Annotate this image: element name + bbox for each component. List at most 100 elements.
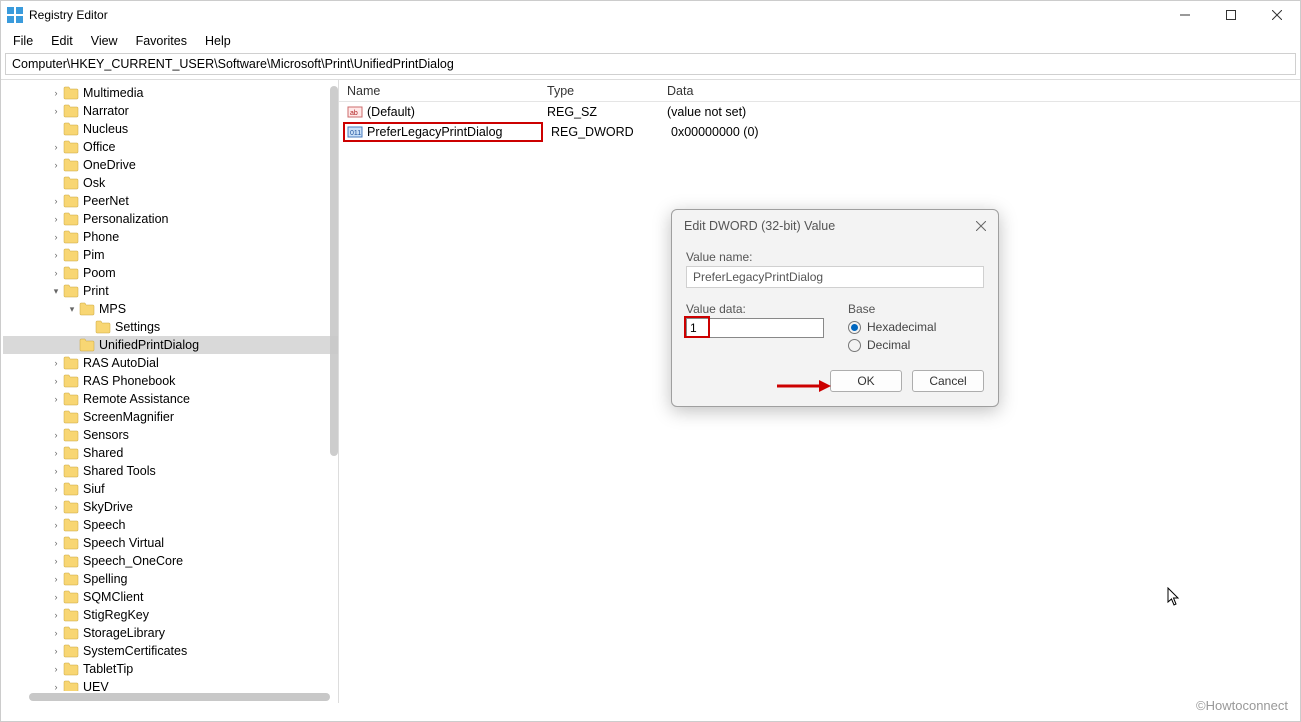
tree-item-label: Speech_OneCore	[83, 554, 183, 568]
menu-file[interactable]: File	[5, 32, 41, 50]
minimize-button[interactable]	[1162, 1, 1208, 29]
tree-item[interactable]: › Remote Assistance	[3, 390, 338, 408]
tree-item[interactable]: ScreenMagnifier	[3, 408, 338, 426]
folder-icon	[95, 320, 111, 334]
chevron-down-icon[interactable]: ▾	[65, 304, 79, 315]
tree-item[interactable]: Nucleus	[3, 120, 338, 138]
tree-item[interactable]: Settings	[3, 318, 338, 336]
chevron-right-icon[interactable]: ›	[49, 250, 63, 260]
value-name-field: PreferLegacyPrintDialog	[686, 266, 984, 288]
tree-item-label: Narrator	[83, 104, 129, 118]
tree-item[interactable]: Osk	[3, 174, 338, 192]
chevron-right-icon[interactable]: ›	[49, 268, 63, 278]
tree-item[interactable]: ›Siuf	[3, 480, 338, 498]
chevron-right-icon[interactable]: ›	[49, 466, 63, 476]
tree-scroll[interactable]: ›Multimedia › Narrator Nucleus›Office›OneDr…	[1, 80, 338, 691]
maximize-button[interactable]	[1208, 1, 1254, 29]
header-data[interactable]: Data	[659, 84, 1300, 98]
chevron-down-icon[interactable]: ▾	[49, 286, 63, 297]
tree-item[interactable]: ›TabletTip	[3, 660, 338, 678]
tree-item[interactable]: ›OneDrive	[3, 156, 338, 174]
chevron-right-icon[interactable]: ›	[49, 358, 63, 368]
chevron-right-icon[interactable]: ›	[49, 106, 63, 116]
tree-item[interactable]: ›Multimedia	[3, 84, 338, 102]
close-button[interactable]	[1254, 1, 1300, 29]
ok-button[interactable]: OK	[830, 370, 902, 392]
cancel-button[interactable]: Cancel	[912, 370, 984, 392]
dialog-close-button[interactable]	[976, 218, 986, 234]
tree-item[interactable]: ›Speech	[3, 516, 338, 534]
tree-item-label: Remote Assistance	[83, 392, 190, 406]
tree-item[interactable]: ▾ MPS	[3, 300, 338, 318]
tree-item[interactable]: ›Phone	[3, 228, 338, 246]
tree-item[interactable]: › Speech_OneCore	[3, 552, 338, 570]
tree-item[interactable]: ›Shared	[3, 444, 338, 462]
chevron-right-icon[interactable]: ›	[49, 646, 63, 656]
radio-decimal[interactable]: Decimal	[848, 338, 936, 352]
tree-item[interactable]: ›Spelling	[3, 570, 338, 588]
chevron-right-icon[interactable]: ›	[49, 196, 63, 206]
tree-item-label: MPS	[99, 302, 126, 316]
value-row[interactable]: ab(Default)REG_SZ(value not set)	[339, 102, 1300, 122]
tree-item[interactable]: ›UEV	[3, 678, 338, 691]
chevron-right-icon[interactable]: ›	[49, 142, 63, 152]
address-bar[interactable]: Computer\HKEY_CURRENT_USER\Software\Micr…	[5, 53, 1296, 75]
header-type[interactable]: Type	[539, 84, 659, 98]
chevron-right-icon[interactable]: ›	[49, 592, 63, 602]
tree-item[interactable]: ›SkyDrive	[3, 498, 338, 516]
chevron-right-icon[interactable]: ›	[49, 484, 63, 494]
radio-hexadecimal[interactable]: Hexadecimal	[848, 320, 936, 334]
values-header: Name Type Data	[339, 80, 1300, 102]
tree-item[interactable]: ›Personalization	[3, 210, 338, 228]
menu-help[interactable]: Help	[197, 32, 239, 50]
chevron-right-icon[interactable]: ›	[49, 376, 63, 386]
value-row[interactable]: 011PreferLegacyPrintDialogREG_DWORD0x000…	[339, 122, 1300, 142]
menu-edit[interactable]: Edit	[43, 32, 81, 50]
chevron-right-icon[interactable]: ›	[49, 430, 63, 440]
tree-item[interactable]: ›RAS Phonebook	[3, 372, 338, 390]
vertical-scrollbar[interactable]	[330, 86, 338, 456]
window-titlebar: Registry Editor	[1, 1, 1300, 29]
chevron-right-icon[interactable]: ›	[49, 556, 63, 566]
chevron-right-icon[interactable]: ›	[49, 520, 63, 530]
menu-favorites[interactable]: Favorites	[128, 32, 195, 50]
chevron-right-icon[interactable]: ›	[49, 394, 63, 404]
chevron-right-icon[interactable]: ›	[49, 214, 63, 224]
chevron-right-icon[interactable]: ›	[49, 682, 63, 691]
tree-item[interactable]: ›Shared Tools	[3, 462, 338, 480]
chevron-right-icon[interactable]: ›	[49, 574, 63, 584]
tree-item[interactable]: ›Speech Virtual	[3, 534, 338, 552]
tree-item[interactable]: UnifiedPrintDialog	[3, 336, 338, 354]
chevron-right-icon[interactable]: ›	[49, 610, 63, 620]
header-name[interactable]: Name	[339, 84, 539, 98]
tree-item[interactable]: ›PeerNet	[3, 192, 338, 210]
tree-item[interactable]: ›Poom	[3, 264, 338, 282]
folder-icon	[63, 446, 79, 460]
folder-icon	[63, 392, 79, 406]
chevron-right-icon[interactable]: ›	[49, 232, 63, 242]
menu-view[interactable]: View	[83, 32, 126, 50]
tree-item[interactable]: ▾Print	[3, 282, 338, 300]
tree-item[interactable]: ›Pim	[3, 246, 338, 264]
tree-item[interactable]: ›StorageLibrary	[3, 624, 338, 642]
tree-item[interactable]: ›SQMClient	[3, 588, 338, 606]
horizontal-scrollbar[interactable]	[29, 693, 330, 701]
value-data-input[interactable]	[686, 318, 824, 338]
value-name: (Default)	[367, 105, 415, 119]
tree-item[interactable]: ›Office	[3, 138, 338, 156]
chevron-right-icon[interactable]: ›	[49, 664, 63, 674]
radio-icon	[848, 321, 861, 334]
chevron-right-icon[interactable]: ›	[49, 160, 63, 170]
chevron-right-icon[interactable]: ›	[49, 502, 63, 512]
chevron-right-icon[interactable]: ›	[49, 448, 63, 458]
chevron-right-icon[interactable]: ›	[49, 88, 63, 98]
chevron-right-icon[interactable]: ›	[49, 538, 63, 548]
tree-item[interactable]: › Narrator	[3, 102, 338, 120]
tree-item[interactable]: ›Sensors	[3, 426, 338, 444]
chevron-right-icon[interactable]: ›	[49, 628, 63, 638]
tree-item[interactable]: ›RAS AutoDial	[3, 354, 338, 372]
tree-item[interactable]: ›StigRegKey	[3, 606, 338, 624]
value-data: (value not set)	[659, 105, 1300, 119]
folder-icon	[63, 356, 79, 370]
tree-item[interactable]: ›SystemCertificates	[3, 642, 338, 660]
